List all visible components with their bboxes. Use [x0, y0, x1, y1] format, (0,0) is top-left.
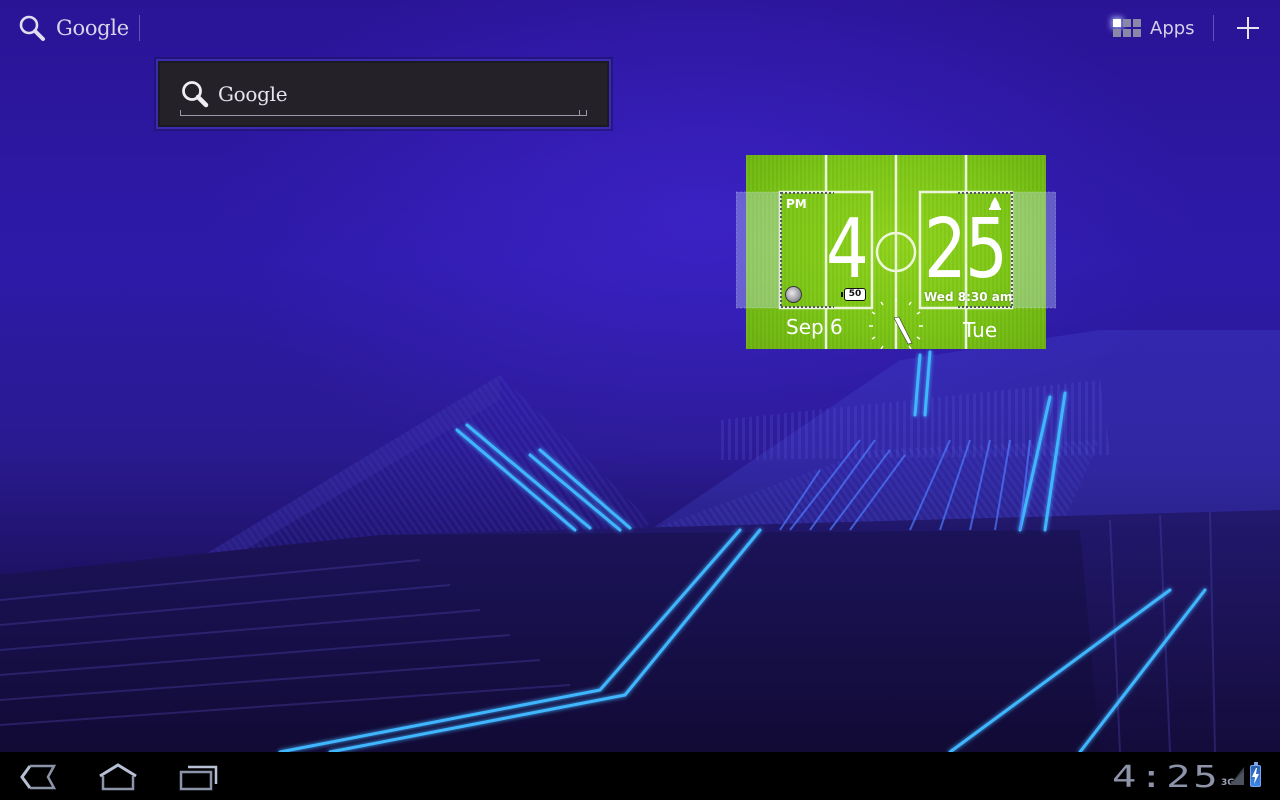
apps-grid-icon: [1113, 19, 1141, 37]
date-label: Sep 6: [786, 315, 843, 339]
google-search-button[interactable]: Google: [18, 12, 129, 44]
google-search-widget[interactable]: Google: [156, 59, 611, 129]
weekday-label: Tue: [963, 318, 998, 342]
apps-label: Apps: [1150, 17, 1195, 39]
recent-apps-icon[interactable]: [176, 762, 220, 792]
google-search-label: Google: [56, 16, 129, 40]
search-icon: [182, 81, 209, 108]
search-widget-content: Google: [180, 75, 587, 113]
status-area[interactable]: 4:25: [1112, 760, 1218, 795]
status-time: 4:25: [1112, 759, 1221, 795]
system-bar: 4:25 3G: [0, 752, 1280, 800]
battery-level-badge: 50: [841, 288, 866, 301]
search-icon: [19, 15, 45, 41]
moon-phase-icon: [785, 286, 802, 303]
signal-icon: [1230, 767, 1244, 785]
home-action-bar: Google Apps: [0, 0, 1280, 56]
back-icon[interactable]: [16, 762, 60, 792]
clock-minute: 25: [924, 202, 1008, 297]
soccer-field-graphic: [736, 155, 1056, 349]
next-alarm-label: Wed 8:30 am: [924, 290, 1013, 304]
ampm-label: PM: [786, 197, 807, 211]
divider: [1213, 15, 1214, 41]
charging-bolt-icon: [1252, 768, 1259, 784]
search-widget-label: Google: [218, 82, 288, 106]
clock-hour: 4: [826, 202, 869, 297]
alarm-bell-icon: [989, 197, 1001, 210]
search-field-underline: [180, 110, 587, 116]
apps-button[interactable]: Apps: [1113, 14, 1195, 42]
divider: [139, 15, 140, 41]
home-icon[interactable]: [96, 762, 140, 792]
plus-icon[interactable]: [1234, 14, 1262, 42]
soccer-clock-widget[interactable]: PM 4 25 Wed 8:30 am Sep 6 Tue 50: [736, 155, 1056, 349]
